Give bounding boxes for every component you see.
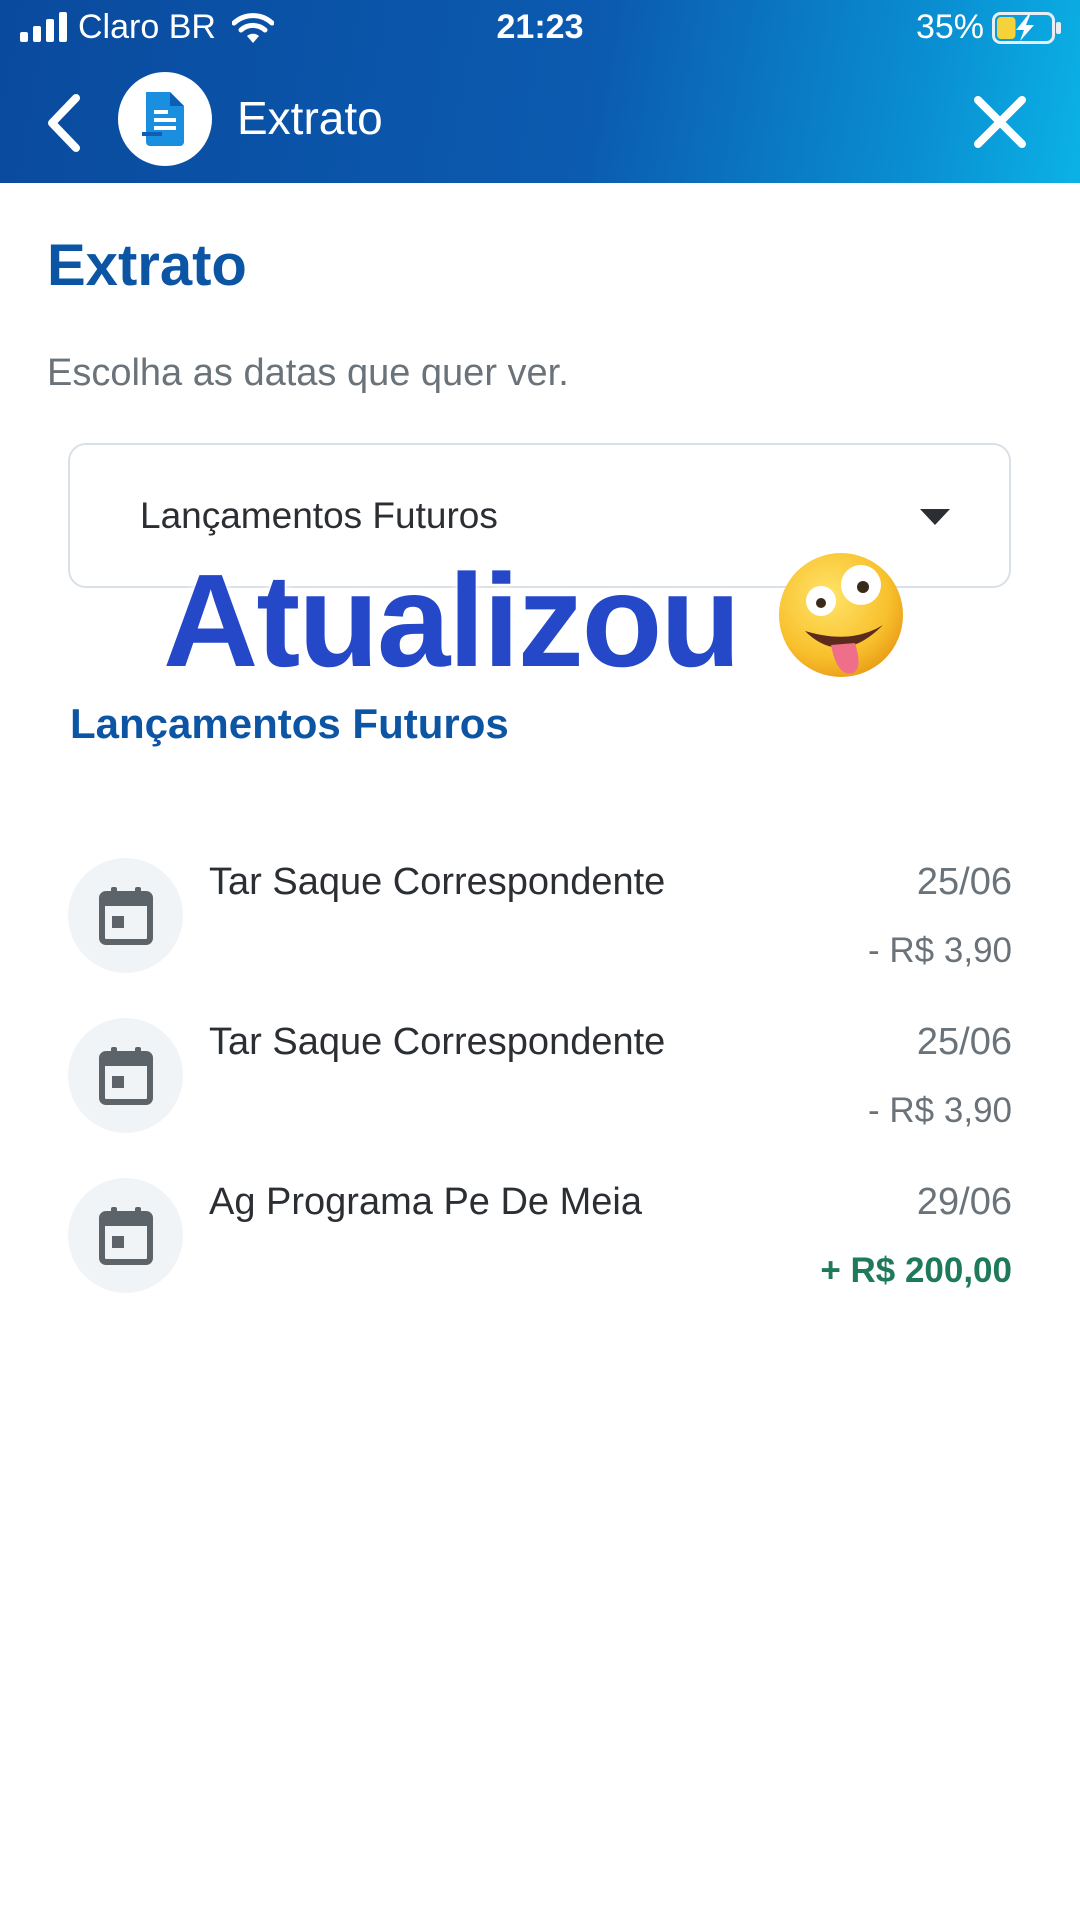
transaction-list: Tar Saque Correspondente 25/06 - R$ 3,90…	[68, 855, 1012, 1335]
battery-percentage: 35%	[915, 8, 984, 46]
app-header: Claro BR 21:23 35% Extrato	[0, 0, 1080, 183]
transaction-description: Tar Saque Correspondente	[209, 861, 666, 903]
caret-down-icon	[920, 509, 950, 525]
calendar-icon	[68, 858, 183, 973]
statement-avatar	[118, 72, 212, 166]
transaction-item[interactable]: Ag Programa Pe De Meia 29/06 + R$ 200,00	[68, 1175, 1012, 1335]
transaction-amount: + R$ 200,00	[820, 1251, 1012, 1290]
transaction-description: Ag Programa Pe De Meia	[209, 1181, 642, 1223]
page-subtitle: Escolha as datas que quer ver.	[47, 352, 569, 394]
calendar-icon	[68, 1018, 183, 1133]
back-button[interactable]	[40, 92, 88, 154]
battery-charging-icon	[992, 12, 1061, 44]
atualizou-sticker: Atualizou	[163, 547, 741, 694]
transaction-date: 29/06	[916, 1181, 1012, 1223]
page-title: Extrato	[47, 233, 247, 298]
transaction-item[interactable]: Tar Saque Correspondente 25/06 - R$ 3,90	[68, 855, 1012, 1015]
statement-screen: Claro BR 21:23 35% Extrato Extrato Escol…	[0, 0, 1080, 1920]
status-bar: Claro BR 21:23 35%	[0, 0, 1080, 58]
nav-title: Extrato	[237, 92, 383, 144]
transaction-item[interactable]: Tar Saque Correspondente 25/06 - R$ 3,90	[68, 1015, 1012, 1175]
transaction-amount: - R$ 3,90	[868, 931, 1012, 970]
transaction-amount: - R$ 3,90	[868, 1091, 1012, 1130]
calendar-icon	[68, 1178, 183, 1293]
document-icon	[142, 92, 184, 146]
section-title: Lançamentos Futuros	[70, 700, 509, 747]
navigation-bar: Extrato	[0, 70, 1080, 176]
period-select-value: Lançamentos Futuros	[140, 495, 498, 536]
transaction-date: 25/06	[916, 1021, 1012, 1063]
transaction-date: 25/06	[916, 861, 1012, 903]
close-button[interactable]	[972, 94, 1028, 150]
zany-face-emoji	[779, 553, 903, 677]
transaction-description: Tar Saque Correspondente	[209, 1021, 666, 1063]
